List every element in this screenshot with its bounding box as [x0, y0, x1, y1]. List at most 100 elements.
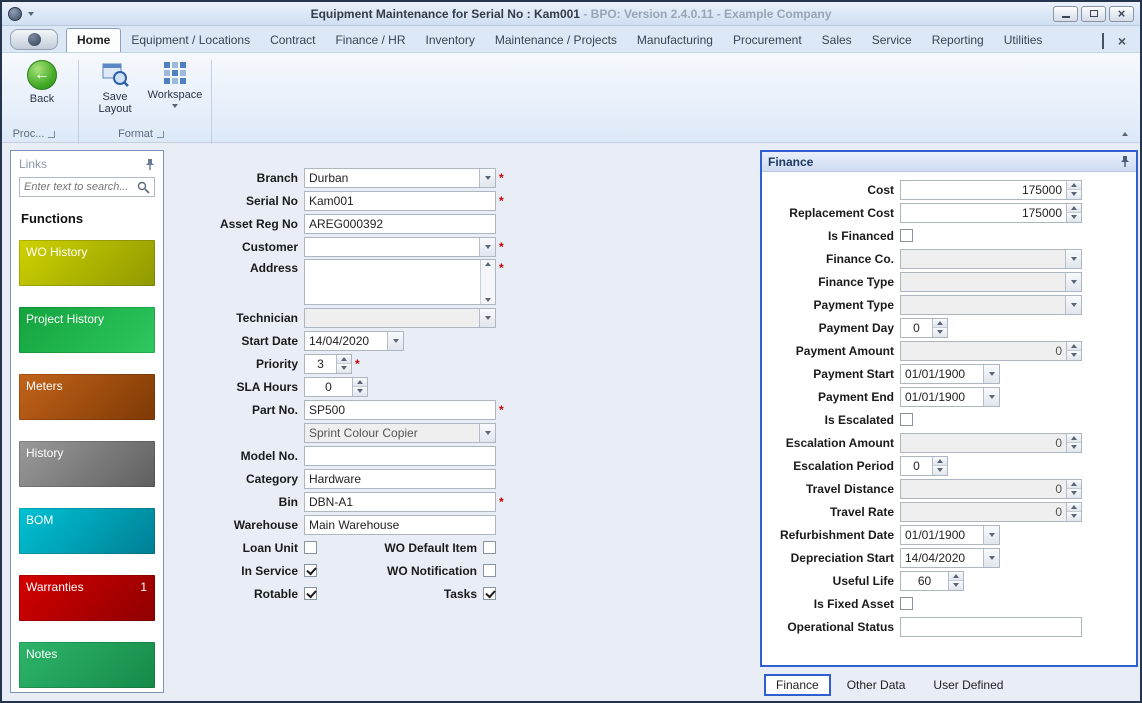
collapse-ribbon-icon[interactable]: [1122, 132, 1128, 136]
useful-life-stepper[interactable]: 60: [900, 570, 964, 591]
operational-status-input[interactable]: [900, 616, 1082, 637]
warehouse-input[interactable]: Main Warehouse: [304, 514, 496, 535]
sidebar-item-meters[interactable]: Meters: [19, 374, 155, 420]
customer-combobox[interactable]: [304, 236, 496, 257]
ribbon-tab-maintenance-projects[interactable]: Maintenance / Projects: [485, 29, 627, 52]
sla-hours-stepper[interactable]: 0: [304, 376, 368, 397]
in-service-checkbox[interactable]: [304, 564, 317, 577]
sidebar-item-history[interactable]: History: [19, 441, 155, 487]
spin-down-icon[interactable]: [1067, 189, 1081, 199]
ribbon-tab-finance-hr[interactable]: Finance / HR: [325, 29, 415, 52]
pin-icon[interactable]: [145, 158, 155, 171]
spin-down-icon[interactable]: [1067, 511, 1081, 521]
spin-up-icon[interactable]: [949, 571, 963, 580]
chevron-down-icon[interactable]: [983, 364, 999, 383]
priority-stepper[interactable]: 3: [304, 353, 352, 374]
payment-amount-stepper[interactable]: 0: [900, 340, 1082, 361]
search-icon[interactable]: [137, 181, 150, 194]
application-menu-button[interactable]: [10, 29, 58, 50]
part-no-input[interactable]: SP500: [304, 399, 496, 420]
technician-combobox[interactable]: [304, 307, 496, 328]
spin-up-icon[interactable]: [1067, 433, 1081, 442]
spin-down-icon[interactable]: [1067, 442, 1081, 452]
ribbon-tab-manufacturing[interactable]: Manufacturing: [627, 29, 723, 52]
ribbon-tab-home[interactable]: Home: [66, 28, 122, 52]
spin-up-icon[interactable]: [1067, 502, 1081, 511]
is-financed-checkbox[interactable]: [900, 229, 913, 242]
finance-type-combobox[interactable]: [900, 271, 1082, 292]
address-input[interactable]: [304, 259, 496, 305]
depreciation-start-picker[interactable]: 14/04/2020: [900, 547, 1000, 568]
ribbon-tab-procurement[interactable]: Procurement: [723, 29, 812, 52]
wo-notification-checkbox[interactable]: [483, 564, 496, 577]
rotable-checkbox[interactable]: [304, 587, 317, 600]
search-input[interactable]: [24, 181, 137, 193]
mdi-close-button[interactable]: ×: [1118, 34, 1126, 48]
workspace-button[interactable]: Workspace: [145, 58, 205, 109]
sidebar-item-wo-history[interactable]: WO History: [19, 240, 155, 286]
chevron-down-icon[interactable]: [1065, 272, 1081, 291]
escalation-period-stepper[interactable]: 0: [900, 455, 948, 476]
tab-finance[interactable]: Finance: [764, 673, 831, 696]
spin-down-icon[interactable]: [353, 386, 367, 396]
ribbon-tab-contract[interactable]: Contract: [260, 29, 325, 52]
spin-up-icon[interactable]: [1067, 180, 1081, 189]
spin-down-icon[interactable]: [933, 465, 947, 475]
payment-type-combobox[interactable]: [900, 294, 1082, 315]
spin-up-icon[interactable]: [933, 456, 947, 465]
serial-no-input[interactable]: Kam001: [304, 190, 496, 211]
tab-other-data[interactable]: Other Data: [835, 674, 918, 696]
spin-down-icon[interactable]: [1067, 488, 1081, 498]
chevron-down-icon[interactable]: [983, 548, 999, 567]
ribbon-tab-equipment-locations[interactable]: Equipment / Locations: [121, 29, 260, 52]
close-button[interactable]: ×: [1109, 5, 1134, 22]
dialog-launcher-icon[interactable]: [156, 130, 164, 138]
loan-unit-checkbox[interactable]: [304, 541, 317, 554]
spin-down-icon[interactable]: [1067, 212, 1081, 222]
spin-down-icon[interactable]: [337, 363, 351, 373]
spin-down-icon[interactable]: [1067, 350, 1081, 360]
is-escalated-checkbox[interactable]: [900, 413, 913, 426]
chevron-down-icon[interactable]: [479, 237, 495, 256]
pin-icon[interactable]: [1120, 155, 1130, 168]
is-fixed-asset-checkbox[interactable]: [900, 597, 913, 610]
spin-down-icon[interactable]: [949, 580, 963, 590]
replacement-cost-stepper[interactable]: 175000: [900, 202, 1082, 223]
travel-distance-stepper[interactable]: 0: [900, 478, 1082, 499]
chevron-down-icon[interactable]: [1065, 249, 1081, 268]
wo-default-item-checkbox[interactable]: [483, 541, 496, 554]
escalation-amount-stepper[interactable]: 0: [900, 432, 1082, 453]
asset-reg-no-input[interactable]: AREG000392: [304, 213, 496, 234]
ribbon-tab-service[interactable]: Service: [862, 29, 922, 52]
chevron-down-icon[interactable]: [479, 308, 495, 327]
spin-up-icon[interactable]: [933, 318, 947, 327]
finance-co-combobox[interactable]: [900, 248, 1082, 269]
quick-access-dropdown-icon[interactable]: [28, 11, 34, 16]
save-layout-button[interactable]: Save Layout: [85, 58, 145, 115]
branch-combobox[interactable]: Durban: [304, 167, 496, 188]
chevron-down-icon[interactable]: [387, 331, 403, 350]
spin-up-icon[interactable]: [1067, 203, 1081, 212]
payment-day-stepper[interactable]: 0: [900, 317, 948, 338]
start-date-picker[interactable]: 14/04/2020: [304, 330, 404, 351]
payment-end-picker[interactable]: 01/01/1900: [900, 386, 1000, 407]
maximize-button[interactable]: [1081, 5, 1106, 22]
spin-up-icon[interactable]: [1067, 341, 1081, 350]
sidebar-item-project-history[interactable]: Project History: [19, 307, 155, 353]
part-description-combobox[interactable]: Sprint Colour Copier: [304, 422, 496, 443]
chevron-down-icon[interactable]: [479, 168, 495, 187]
ribbon-tab-utilities[interactable]: Utilities: [994, 29, 1053, 52]
payment-start-picker[interactable]: 01/01/1900: [900, 363, 1000, 384]
mdi-restore-button[interactable]: [1101, 33, 1104, 49]
travel-rate-stepper[interactable]: 0: [900, 501, 1082, 522]
cost-stepper[interactable]: 175000: [900, 179, 1082, 200]
back-button[interactable]: ← Back: [12, 58, 72, 105]
ribbon-tab-sales[interactable]: Sales: [812, 29, 862, 52]
spin-up-icon[interactable]: [1067, 479, 1081, 488]
chevron-down-icon[interactable]: [1065, 295, 1081, 314]
model-no-input[interactable]: [304, 445, 496, 466]
sidebar-item-bom[interactable]: BOM: [19, 508, 155, 554]
sidebar-item-notes[interactable]: Notes: [19, 642, 155, 688]
address-scroll[interactable]: [480, 260, 495, 304]
tab-user-defined[interactable]: User Defined: [921, 674, 1015, 696]
